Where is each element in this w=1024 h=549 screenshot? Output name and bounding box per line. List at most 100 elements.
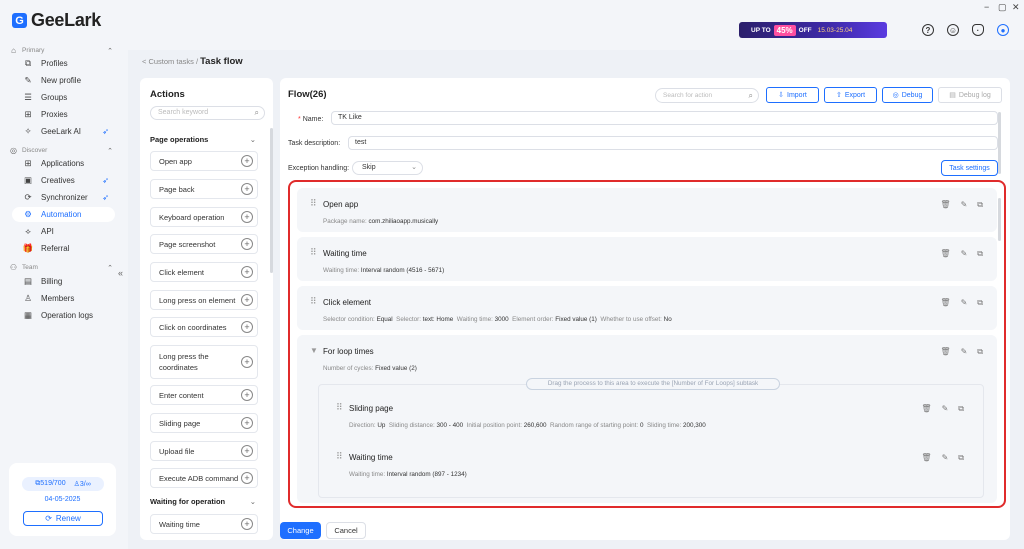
form-scrollbar[interactable] bbox=[998, 112, 1001, 174]
edit-icon[interactable]: ✎ bbox=[961, 249, 968, 259]
drag-handle-icon[interactable]: ⠿ bbox=[336, 451, 343, 462]
sidebar-item-members[interactable]: ♙ Members bbox=[12, 291, 115, 306]
edit-icon[interactable]: ✎ bbox=[961, 298, 968, 308]
restore-icon[interactable]: ▢ bbox=[998, 2, 1007, 13]
actions-scrollbar[interactable] bbox=[270, 128, 273, 273]
edit-icon[interactable]: ✎ bbox=[961, 200, 968, 210]
add-icon[interactable]: + bbox=[241, 183, 253, 195]
action-item[interactable]: Keyboard operation + bbox=[150, 207, 258, 227]
group-waiting-for-operation[interactable]: Waiting for operation ⌄ bbox=[150, 497, 258, 506]
add-icon[interactable]: + bbox=[241, 211, 253, 223]
drop-zone[interactable]: Drag the process to this area to execute… bbox=[526, 378, 780, 390]
exception-select[interactable]: Skip ⌄ bbox=[352, 161, 423, 175]
subtask-step-waiting-time[interactable]: ⠿ Waiting time Waiting time: Interval ra… bbox=[323, 441, 978, 485]
sidebar-item-api[interactable]: ⟡ API bbox=[12, 224, 115, 239]
keyword-search-input[interactable]: Search keyword ⌕ bbox=[150, 106, 265, 120]
collapse-sidebar-icon[interactable]: « bbox=[118, 268, 123, 278]
action-item[interactable]: Open app + bbox=[150, 151, 258, 171]
add-icon[interactable]: + bbox=[241, 518, 253, 530]
support-icon[interactable]: ☺ bbox=[947, 24, 959, 36]
drag-handle-icon[interactable]: ⠿ bbox=[310, 247, 317, 258]
delete-icon[interactable]: 🗑 bbox=[940, 298, 950, 308]
add-icon[interactable]: + bbox=[241, 321, 253, 333]
add-icon[interactable]: + bbox=[241, 472, 253, 484]
copy-icon[interactable]: ⧉ bbox=[977, 249, 983, 259]
flow-step-click-element[interactable]: ⠿ Click element Selector condition: Equa… bbox=[297, 286, 997, 330]
copy-icon[interactable]: ⧉ bbox=[977, 298, 983, 308]
section-team[interactable]: ⚇ Team ⌃ bbox=[9, 263, 113, 272]
debug-log-button[interactable]: ▤ Debug log bbox=[938, 87, 1002, 103]
caret-down-icon[interactable]: ▼ bbox=[310, 346, 318, 355]
sidebar-item-applications[interactable]: ⊞ Applications bbox=[12, 156, 115, 171]
add-icon[interactable]: + bbox=[241, 266, 253, 278]
renew-button[interactable]: ⟳ Renew bbox=[23, 511, 103, 526]
drag-handle-icon[interactable]: ⠿ bbox=[310, 198, 317, 209]
sidebar-item-geelark-ai[interactable]: ✧ GeeLark AI ➶ bbox=[12, 124, 115, 139]
delete-icon[interactable]: 🗑 bbox=[940, 347, 950, 357]
action-item[interactable]: Enter content + bbox=[150, 385, 258, 405]
flow-step-open-app[interactable]: ⠿ Open app Package name: com.zhiliaoapp.… bbox=[297, 188, 997, 232]
change-button[interactable]: Change bbox=[280, 522, 321, 539]
action-search-input[interactable]: Search for action ⌕ bbox=[655, 88, 759, 103]
sidebar-item-synchronizer[interactable]: ⟳ Synchronizer ➶ bbox=[12, 190, 115, 205]
avatar-icon[interactable]: ● bbox=[997, 24, 1009, 36]
action-item[interactable]: Long press on element + bbox=[150, 290, 258, 310]
copy-icon[interactable]: ⧉ bbox=[977, 347, 983, 357]
edit-icon[interactable]: ✎ bbox=[942, 453, 949, 463]
help-icon[interactable]: ? bbox=[922, 24, 934, 36]
minimize-icon[interactable]: − bbox=[984, 2, 989, 12]
subtask-step-sliding-page[interactable]: ⠿ Sliding page Direction: Up Sliding dis… bbox=[323, 392, 978, 436]
action-item[interactable]: Upload file + bbox=[150, 441, 258, 461]
action-item[interactable]: Long press the coordinates + bbox=[150, 345, 258, 379]
section-discover[interactable]: ◎ Discover ⌃ bbox=[9, 146, 113, 155]
action-item[interactable]: Click element + bbox=[150, 262, 258, 282]
add-icon[interactable]: + bbox=[241, 389, 253, 401]
copy-icon[interactable]: ⧉ bbox=[958, 404, 964, 414]
sidebar-item-profiles[interactable]: ⧉ Profiles bbox=[12, 56, 115, 71]
sidebar-item-new-profile[interactable]: ✎ New profile bbox=[12, 73, 115, 88]
add-icon[interactable]: + bbox=[241, 445, 253, 457]
add-icon[interactable]: + bbox=[241, 356, 253, 368]
group-page-operations[interactable]: Page operations ⌄ bbox=[150, 135, 258, 144]
name-input[interactable]: TK Like bbox=[331, 111, 998, 125]
sidebar-item-creatives[interactable]: ▣ Creatives ➶ bbox=[12, 173, 115, 188]
promo-banner[interactable]: UP TO 45% OFF 15.03-25.04 bbox=[739, 22, 887, 38]
action-item[interactable]: Click on coordinates + bbox=[150, 317, 258, 337]
cancel-button[interactable]: Cancel bbox=[326, 522, 366, 539]
copy-icon[interactable]: ⧉ bbox=[977, 200, 983, 210]
sidebar-item-billing[interactable]: ▤ Billing bbox=[12, 274, 115, 289]
bell-icon[interactable]: · bbox=[972, 24, 984, 36]
task-settings-button[interactable]: Task settings bbox=[941, 160, 998, 176]
sidebar-item-groups[interactable]: ☰ Groups bbox=[12, 90, 115, 105]
action-item[interactable]: Page screenshot + bbox=[150, 234, 258, 254]
action-item[interactable]: Execute ADB command + bbox=[150, 468, 258, 488]
import-button[interactable]: ⇩ Import bbox=[766, 87, 819, 103]
close-icon[interactable]: ✕ bbox=[1012, 2, 1020, 13]
action-item[interactable]: Sliding page + bbox=[150, 413, 258, 433]
sidebar-item-proxies[interactable]: ⊞ Proxies bbox=[12, 107, 115, 122]
drag-handle-icon[interactable]: ⠿ bbox=[336, 402, 343, 413]
add-icon[interactable]: + bbox=[241, 238, 253, 250]
sidebar-item-referral[interactable]: 🎁 Referral bbox=[12, 241, 115, 256]
delete-icon[interactable]: 🗑 bbox=[940, 200, 950, 210]
add-icon[interactable]: + bbox=[241, 294, 253, 306]
action-item[interactable]: Page back + bbox=[150, 179, 258, 199]
debug-button[interactable]: ◎ Debug bbox=[882, 87, 933, 103]
action-item[interactable]: Waiting time + bbox=[150, 514, 258, 534]
add-icon[interactable]: + bbox=[241, 155, 253, 167]
export-button[interactable]: ⇧ Export bbox=[824, 87, 877, 103]
logo[interactable]: G GeeLark bbox=[12, 10, 101, 31]
edit-icon[interactable]: ✎ bbox=[942, 404, 949, 414]
drag-handle-icon[interactable]: ⠿ bbox=[310, 296, 317, 307]
add-icon[interactable]: + bbox=[241, 417, 253, 429]
delete-icon[interactable]: 🗑 bbox=[921, 453, 931, 463]
flow-step-waiting-time[interactable]: ⠿ Waiting time Waiting time: Interval ra… bbox=[297, 237, 997, 281]
description-input[interactable]: test bbox=[348, 136, 998, 150]
copy-icon[interactable]: ⧉ bbox=[958, 453, 964, 463]
breadcrumb-parent[interactable]: < Custom tasks / bbox=[142, 57, 198, 66]
sidebar-item-operation-logs[interactable]: ▦ Operation logs bbox=[12, 308, 115, 323]
sidebar-item-automation[interactable]: ⚙ Automation bbox=[12, 207, 115, 222]
section-primary[interactable]: ⌂ Primary ⌃ bbox=[9, 46, 113, 55]
edit-icon[interactable]: ✎ bbox=[961, 347, 968, 357]
delete-icon[interactable]: 🗑 bbox=[921, 404, 931, 414]
